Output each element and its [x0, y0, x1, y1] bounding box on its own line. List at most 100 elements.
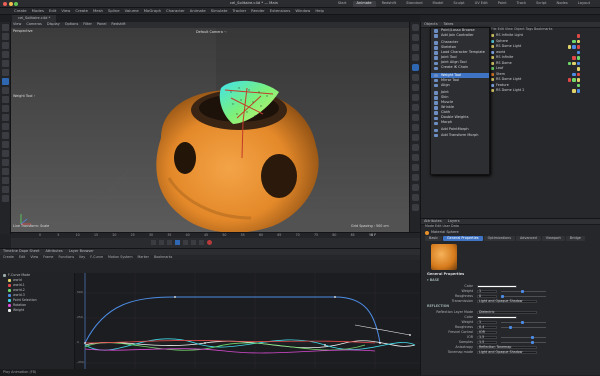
- subtab-optimizations[interactable]: Optimizations: [483, 236, 516, 242]
- tag-icon[interactable]: [576, 72, 580, 76]
- attr-slider[interactable]: [501, 290, 546, 293]
- fcurve-menu-bookmarks[interactable]: Bookmarks: [154, 255, 172, 259]
- last-frame-icon[interactable]: [199, 240, 204, 245]
- right-tool-icon[interactable]: [412, 104, 419, 111]
- subtab-bridge[interactable]: Bridge: [565, 236, 585, 242]
- menu-mograph[interactable]: MoGraph: [144, 8, 161, 13]
- left-tool-icon[interactable]: [2, 177, 9, 184]
- fcurve-menu-edit[interactable]: Edit: [19, 255, 25, 259]
- subtab-general-properties[interactable]: General Properties: [442, 236, 483, 242]
- close-window-icon[interactable]: [3, 2, 7, 6]
- viewport-scene[interactable]: [11, 28, 409, 232]
- left-tool-icon[interactable]: [2, 87, 9, 94]
- tag-icon[interactable]: [576, 50, 580, 54]
- attr-slider[interactable]: [501, 295, 546, 298]
- slider-knob[interactable]: [521, 290, 524, 293]
- menu-tracker[interactable]: Tracker: [232, 8, 246, 13]
- slider-knob[interactable]: [509, 326, 512, 329]
- left-tool-icon[interactable]: [2, 150, 9, 157]
- attr-slider[interactable]: [501, 326, 546, 329]
- fcurve-tab-attributes[interactable]: Attributes: [42, 249, 65, 255]
- layout-tab-animate[interactable]: Animate: [352, 1, 376, 7]
- record-icon[interactable]: [207, 240, 212, 245]
- material-preview[interactable]: [431, 244, 457, 270]
- menu-extensions[interactable]: Extensions: [270, 8, 291, 13]
- maximize-window-icon[interactable]: [14, 2, 18, 6]
- tag-icon[interactable]: [576, 89, 580, 93]
- tag-icon[interactable]: [576, 39, 580, 43]
- right-tool-icon[interactable]: [412, 44, 419, 51]
- layout-tab-uv-edit[interactable]: UV Edit: [471, 1, 492, 7]
- menu-spline[interactable]: Spline: [108, 8, 120, 13]
- slider-knob[interactable]: [521, 321, 524, 324]
- tag-icon[interactable]: [576, 67, 580, 71]
- viewport-menu-filter[interactable]: Filter: [83, 22, 92, 27]
- left-tool-icon[interactable]: [2, 168, 9, 175]
- tree-item[interactable]: Weight: [0, 308, 74, 313]
- curves[interactable]: [75, 273, 420, 369]
- fcurve-menu-motion-system[interactable]: Motion System: [108, 255, 133, 259]
- layout-tab-start[interactable]: Start: [334, 1, 351, 7]
- menu-window[interactable]: Window: [295, 8, 310, 13]
- menu-item-add-transform-morph[interactable]: Add Transform Morph: [431, 133, 489, 138]
- tag-icon[interactable]: [576, 78, 580, 82]
- layout-tab-redshift[interactable]: Redshift: [378, 1, 401, 7]
- next-frame-icon[interactable]: [183, 240, 188, 245]
- first-frame-icon[interactable]: [151, 240, 156, 245]
- left-tool-icon[interactable]: [2, 105, 9, 112]
- left-tool-icon[interactable]: [2, 114, 9, 121]
- right-tool-icon[interactable]: [412, 34, 419, 41]
- viewport-menu-redshift[interactable]: Redshift: [111, 22, 125, 27]
- viewport-menu-view[interactable]: View: [13, 22, 21, 27]
- tag-icon[interactable]: [576, 61, 580, 65]
- tag-icon[interactable]: [572, 45, 576, 49]
- viewport-menu-display[interactable]: Display: [47, 22, 60, 27]
- menu-mesh[interactable]: Mesh: [93, 8, 103, 13]
- left-tool-icon[interactable]: [2, 141, 9, 148]
- prev-frame-icon[interactable]: [167, 240, 172, 245]
- left-tool-icon[interactable]: [2, 60, 9, 67]
- left-tool-icon[interactable]: [2, 42, 9, 49]
- slider-knob[interactable]: [531, 341, 534, 344]
- viewport-menu-panel[interactable]: Panel: [97, 22, 106, 27]
- tag-icon[interactable]: [576, 34, 580, 38]
- left-tool-icon[interactable]: [2, 186, 9, 193]
- right-tool-icon[interactable]: [412, 54, 419, 61]
- right-tool-icon[interactable]: [412, 144, 419, 151]
- right-tool-icon[interactable]: [412, 94, 419, 101]
- viewport-menu-options[interactable]: Options: [65, 22, 79, 27]
- left-tool-icon[interactable]: [2, 123, 9, 130]
- right-tool-icon[interactable]: [412, 174, 419, 181]
- tag-icon[interactable]: [572, 72, 576, 76]
- menu-render[interactable]: Render: [251, 8, 265, 13]
- tag-icon[interactable]: [572, 78, 576, 82]
- right-tool-icon[interactable]: [412, 134, 419, 141]
- left-tool-icon[interactable]: [2, 51, 9, 58]
- right-tool-icon[interactable]: [412, 194, 419, 201]
- viewport[interactable]: View Cameras Display Options Filter Panel Reds…: [11, 22, 409, 232]
- play-icon[interactable]: [175, 240, 180, 245]
- attr-slider[interactable]: [501, 336, 546, 339]
- left-tool-icon[interactable]: [2, 159, 9, 166]
- fcurve-menu-marker[interactable]: Marker: [138, 255, 149, 259]
- left-tool-icon[interactable]: [2, 78, 9, 85]
- curve-red[interactable]: [84, 340, 376, 344]
- fcurve-tab-timeline-dope-sheet[interactable]: Timeline Dope Sheet: [0, 249, 42, 255]
- attr-slider[interactable]: [501, 341, 546, 344]
- right-tool-icon[interactable]: [412, 164, 419, 171]
- right-tool-icon[interactable]: [412, 74, 419, 81]
- fcurve-tab-layer-browser[interactable]: Layer Browser: [66, 249, 97, 255]
- tag-icon[interactable]: [572, 56, 576, 60]
- layout-tab-paint[interactable]: Paint: [494, 1, 511, 7]
- attr-slider[interactable]: [501, 321, 546, 324]
- left-tool-icon[interactable]: [2, 195, 9, 202]
- left-tool-icon[interactable]: [2, 96, 9, 103]
- layout-tab-layout[interactable]: Layout: [574, 1, 594, 7]
- right-tool-icon[interactable]: [412, 64, 419, 71]
- curve-blue[interactable]: [84, 296, 381, 344]
- curve-tangent[interactable]: [354, 324, 411, 336]
- right-tool-icon[interactable]: [412, 24, 419, 31]
- tag-icon[interactable]: [572, 39, 576, 43]
- menu-volume[interactable]: Volume: [125, 8, 139, 13]
- menu-help[interactable]: Help: [315, 8, 324, 13]
